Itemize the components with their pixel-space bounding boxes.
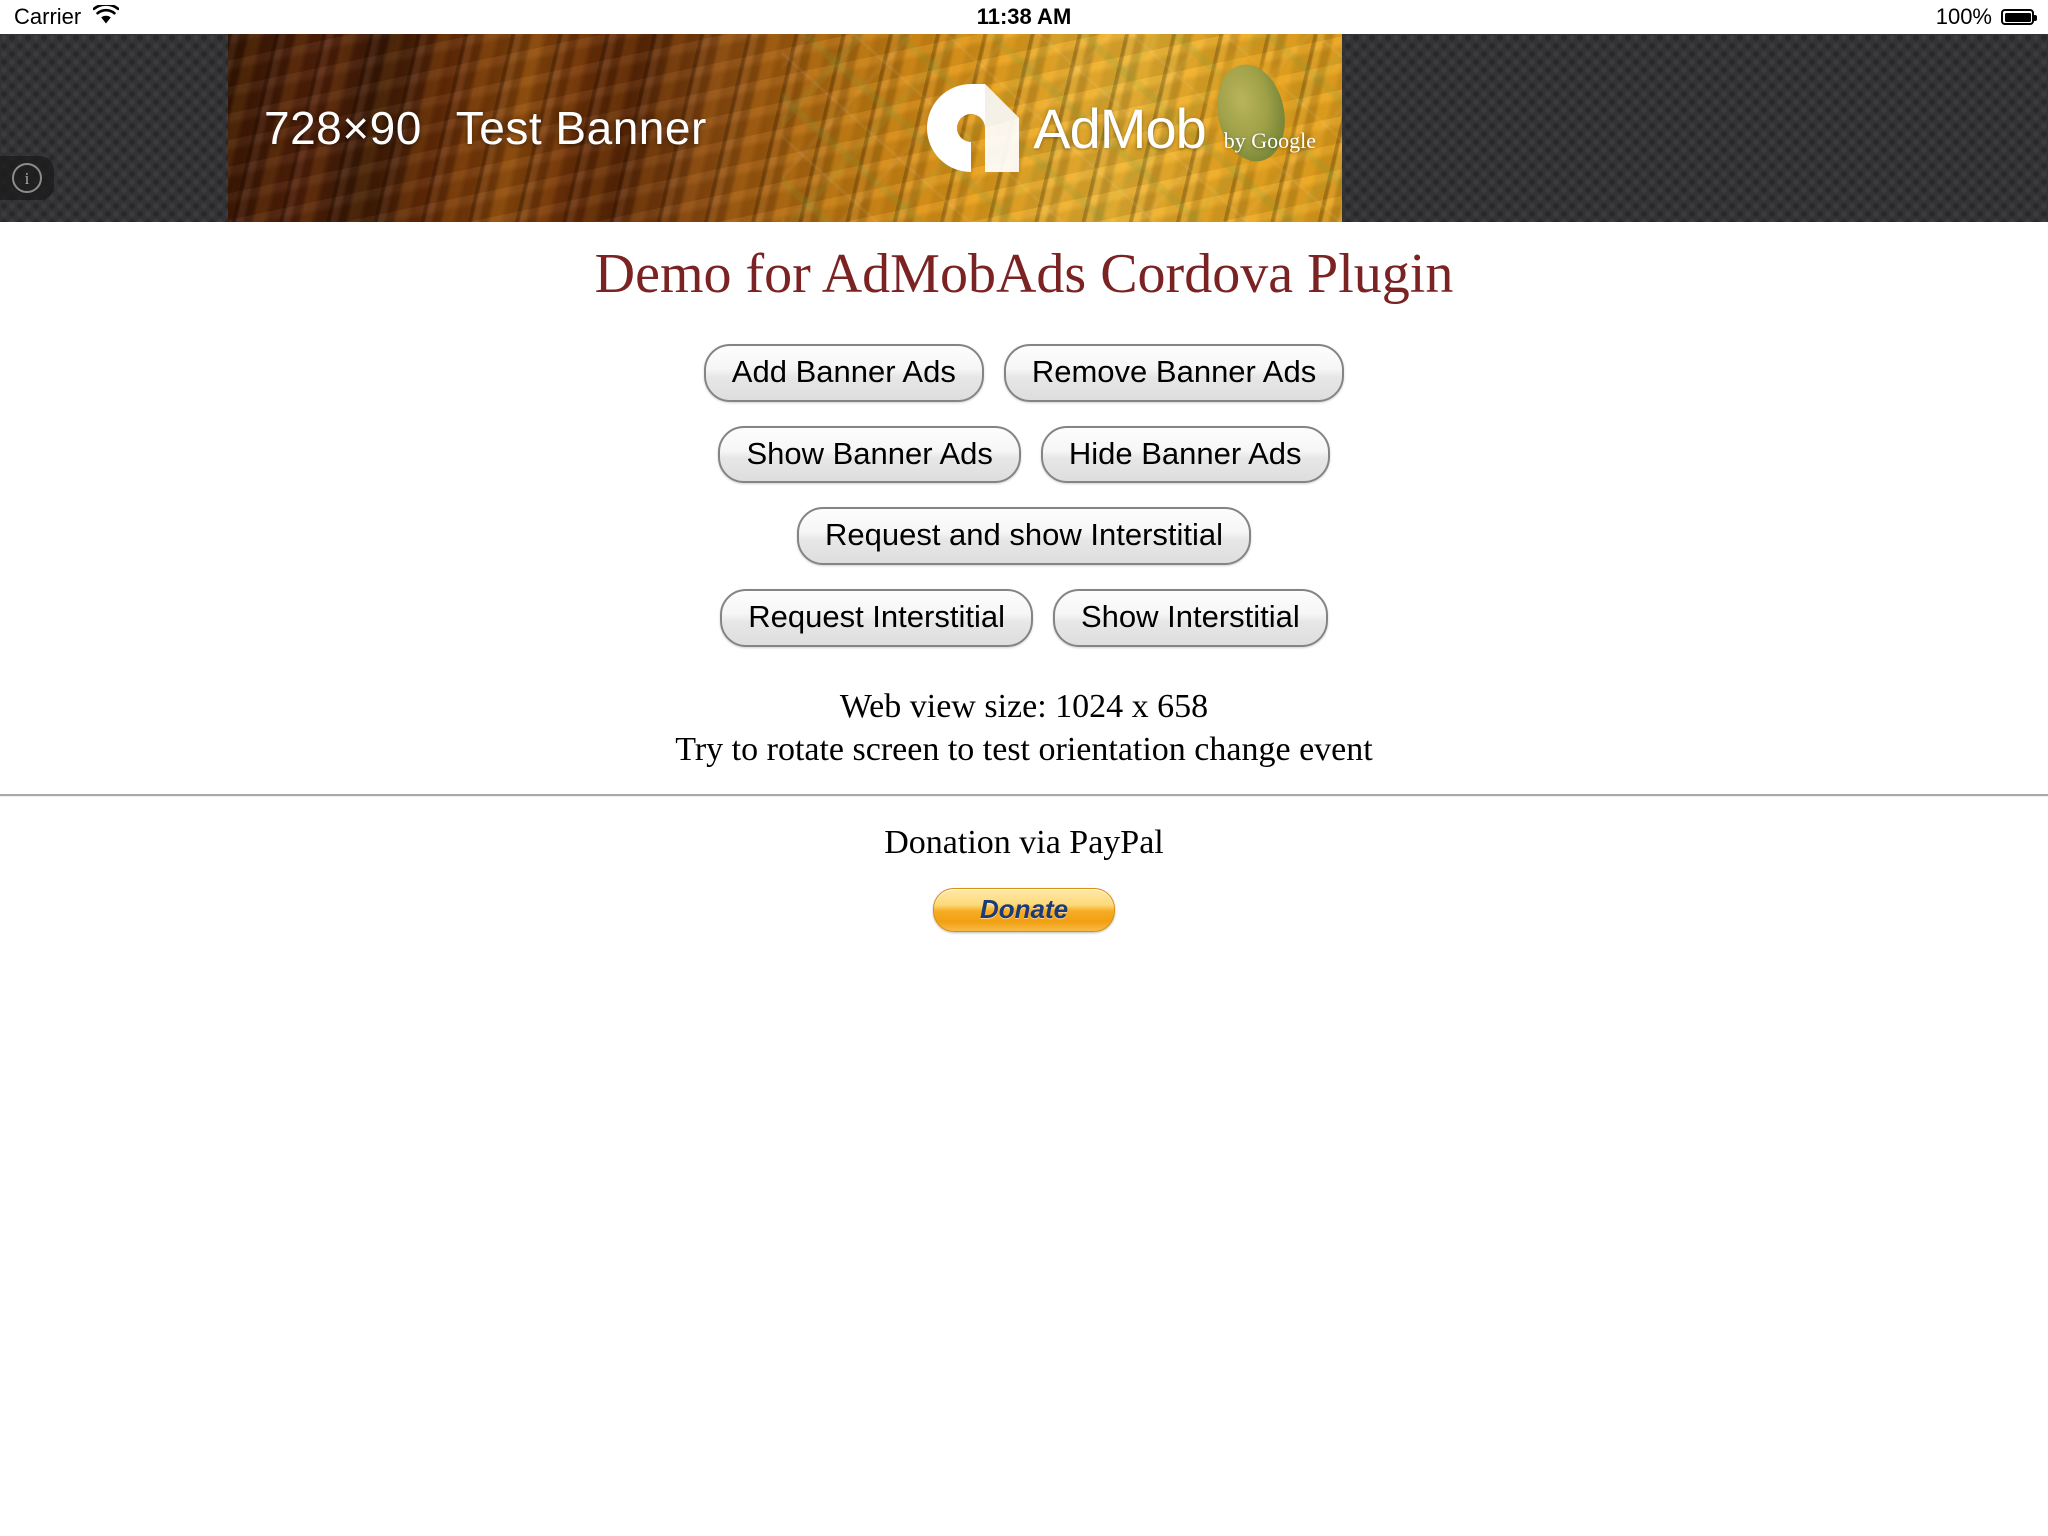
show-interstitial-button[interactable]: Show Interstitial: [1052, 588, 1328, 647]
request-and-show-interstitial-button[interactable]: Request and show Interstitial: [796, 507, 1252, 565]
ad-info-button[interactable]: i: [0, 156, 54, 200]
webview-info-block: Web view size: 1024 x 658 Try to rotate …: [0, 685, 2048, 772]
admob-mark-icon: [923, 80, 1020, 176]
section-divider: [0, 793, 2048, 796]
show-banner-ads-button[interactable]: Show Banner Ads: [718, 425, 1021, 484]
ad-strip-background: 728×90 Test Banner AdMob by Google i: [0, 34, 2048, 222]
battery-full-icon: [2001, 9, 2037, 25]
status-bar-right: 100%: [1935, 4, 2037, 30]
banner-title-label: Test Banner: [455, 102, 707, 154]
hide-banner-ads-button[interactable]: Hide Banner Ads: [1040, 425, 1330, 484]
webview-size-label: Web view size: 1024 x 658: [839, 687, 1209, 725]
admob-logo-icon: AdMob by Google: [923, 80, 1316, 176]
status-bar: Carrier 11:38 AM 100%: [0, 0, 2048, 34]
battery-percentage-label: 100%: [1935, 4, 1992, 29]
banner-caption: 728×90 Test Banner: [264, 101, 707, 155]
donation-heading: Donation via PayPal: [884, 823, 1164, 861]
remove-banner-ads-button[interactable]: Remove Banner Ads: [1003, 344, 1345, 402]
request-interstitial-button[interactable]: Request Interstitial: [720, 588, 1033, 647]
admob-by-google-label: by Google: [1223, 128, 1316, 153]
info-circle-icon: i: [12, 163, 42, 193]
admob-wordmark-label: AdMob: [1033, 96, 1206, 160]
main-content: Demo for AdMobAds Cordova Plugin Add Ban…: [0, 222, 2048, 932]
paypal-donate-label: Donate: [979, 894, 1069, 925]
donate-button-wrapper: Donate: [0, 887, 2048, 932]
button-row-interstitial: Request Interstitial Show Interstitial: [0, 588, 2048, 647]
paypal-donate-button[interactable]: Donate: [933, 887, 1115, 932]
add-banner-ads-button[interactable]: Add Banner Ads: [703, 344, 984, 402]
banner-size-label: 728×90: [264, 102, 422, 154]
button-row-banner-show-hide: Show Banner Ads Hide Banner Ads: [0, 425, 2048, 484]
button-row-request-show-interstitial: Request and show Interstitial: [0, 507, 2048, 565]
status-bar-clock: 11:38 AM: [976, 4, 1072, 29]
button-row-banner-add-remove: Add Banner Ads Remove Banner Ads: [0, 344, 2048, 402]
rotate-hint-label: Try to rotate screen to test orientation…: [675, 731, 1373, 769]
admob-test-banner[interactable]: 728×90 Test Banner AdMob by Google: [228, 34, 1342, 222]
page-title: Demo for AdMobAds Cordova Plugin: [594, 243, 1454, 305]
